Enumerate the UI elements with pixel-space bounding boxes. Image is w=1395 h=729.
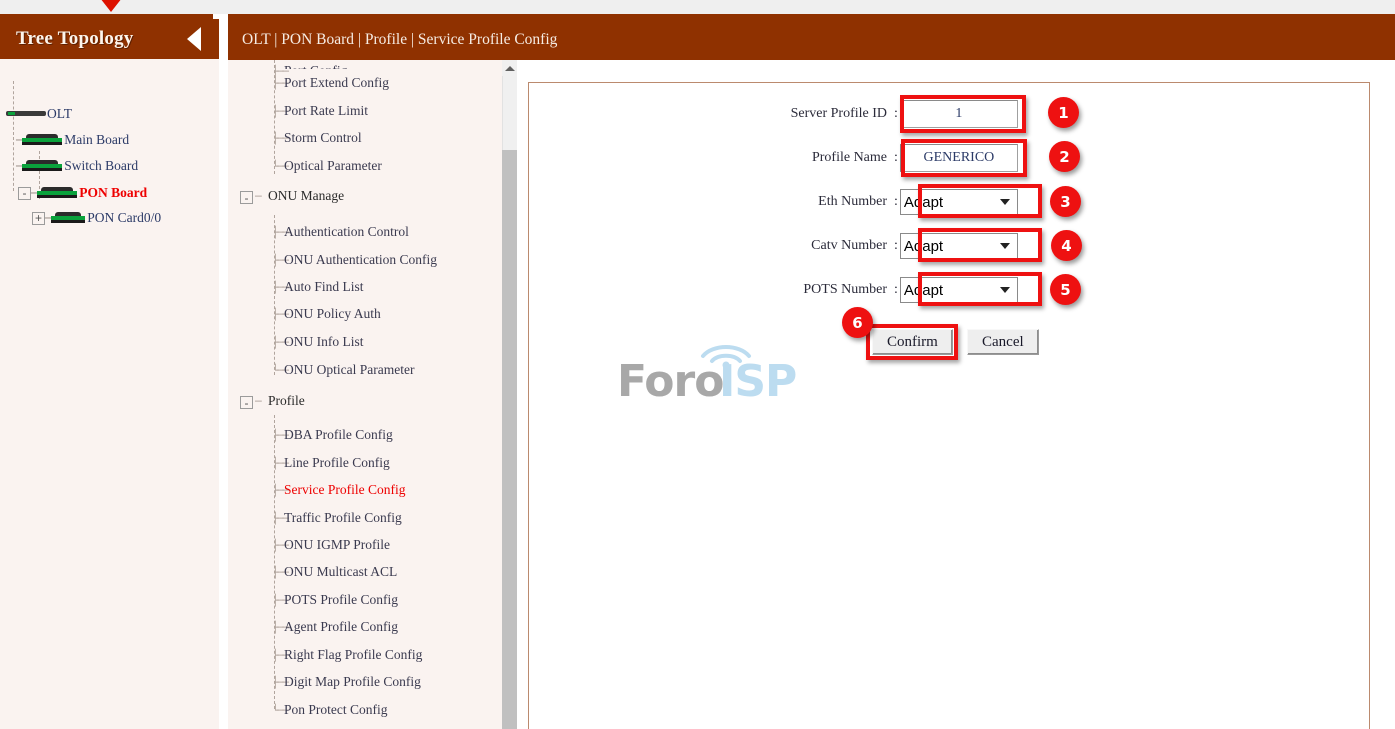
field-label: POTS Number — [803, 282, 887, 297]
step-badge-6: 6 — [842, 307, 873, 338]
nav-item-line-profile-config[interactable]: Line Profile Config — [284, 455, 390, 471]
nav-scrollbar-thumb[interactable] — [502, 150, 517, 729]
board-device-icon — [22, 134, 63, 146]
step-badge-4: 4 — [1051, 230, 1082, 261]
highlight-box-5 — [918, 272, 1042, 306]
board-device-icon — [22, 160, 63, 172]
cancel-button[interactable]: Cancel — [967, 329, 1039, 355]
nav-item-optical-parameter[interactable]: Optical Parameter — [284, 158, 382, 174]
nav-item-pon-protect-config[interactable]: Pon Protect Config — [284, 702, 388, 718]
highlight-box-3 — [918, 184, 1042, 218]
tree-node-label: Switch Board — [64, 158, 139, 173]
tree-topology-body: OLT ─ Main Board ─ Switch Board - ─ PON … — [0, 59, 219, 729]
column-separator — [517, 60, 528, 729]
nav-item-onu-manage[interactable]: ONU Manage — [268, 188, 344, 204]
tree-expander-collapse-icon[interactable]: - — [18, 186, 31, 200]
nav-item-profile[interactable]: Profile — [268, 393, 305, 409]
highlight-box-1 — [900, 95, 1026, 133]
field-label: Eth Number — [818, 194, 887, 209]
tree-expander-expand-icon[interactable]: + — [32, 211, 45, 225]
tree-node-main-board[interactable]: ─ Main Board — [16, 130, 129, 150]
chevron-left-icon[interactable] — [187, 27, 201, 51]
nav-expander-profile[interactable]: - — [240, 396, 253, 409]
tree-node-label: PON Card0/0 — [87, 210, 162, 225]
browser-top-strip — [0, 0, 1395, 14]
highlight-box-6 — [866, 324, 958, 360]
nav-item-auto-find-list[interactable]: Auto Find List — [284, 279, 364, 295]
nav-item-onu-optical-parameter[interactable]: ONU Optical Parameter — [284, 362, 414, 378]
nav-item-port-rate-limit[interactable]: Port Rate Limit — [284, 103, 368, 119]
field-colon: : — [894, 150, 898, 165]
cursor-arrow-icon — [100, 0, 122, 12]
nav-item-storm-control[interactable]: Storm Control — [284, 130, 362, 146]
tree-node-label: Main Board — [64, 132, 130, 147]
app-window: Tree Topology OLT ─ Main Board ─ Switch … — [0, 0, 1395, 729]
field-colon: : — [894, 194, 898, 209]
nav-item-right-flag-profile-config[interactable]: Right Flag Profile Config — [284, 647, 422, 663]
nav-item-onu-policy-auth[interactable]: ONU Policy Auth — [284, 306, 381, 322]
nav-item-onu-authentication-config[interactable]: ONU Authentication Config — [284, 252, 437, 268]
caret-up-icon[interactable] — [502, 60, 517, 76]
olt-device-icon — [6, 109, 46, 119]
highlight-box-4 — [918, 228, 1042, 262]
profile-form: Server Profile ID : 1 Profile Name : 2 E… — [529, 83, 1371, 403]
nav-item-onu-igmp-profile[interactable]: ONU IGMP Profile — [284, 537, 390, 553]
tree-node-pon-board[interactable]: - ─ PON Board — [18, 183, 147, 203]
tree-topology-header: Tree Topology — [0, 19, 219, 59]
tree-topology-panel: Tree Topology OLT ─ Main Board ─ Switch … — [0, 19, 219, 729]
step-badge-1: 1 — [1048, 97, 1079, 128]
nav-connector-rail — [274, 215, 275, 375]
tree-node-label: OLT — [47, 106, 73, 121]
nav-item-pots-profile-config[interactable]: POTS Profile Config — [284, 592, 398, 608]
nav-item-agent-profile-config[interactable]: Agent Profile Config — [284, 619, 398, 635]
nav-menu: ├──Port Config├──Port Extend Config├──Po… — [228, 60, 502, 729]
breadcrumb-text: OLT | PON Board | Profile | Service Prof… — [242, 30, 558, 48]
field-colon: : — [894, 282, 898, 297]
tree-node-switch-board[interactable]: ─ Switch Board — [16, 156, 138, 176]
step-badge-5: 5 — [1050, 274, 1081, 305]
step-badge-2: 2 — [1049, 141, 1080, 172]
field-label: Profile Name — [811, 150, 887, 165]
nav-connector: ─ — [255, 190, 262, 203]
nav-item-dba-profile-config[interactable]: DBA Profile Config — [284, 427, 393, 443]
tree-connector — [13, 81, 14, 191]
nav-item-digit-map-profile-config[interactable]: Digit Map Profile Config — [284, 674, 421, 690]
service-profile-config-panel: Foro ISP Server Profile ID : 1 Profile N… — [528, 82, 1370, 729]
nav-item-traffic-profile-config[interactable]: Traffic Profile Config — [284, 510, 402, 526]
nav-item-onu-multicast-acl[interactable]: ONU Multicast ACL — [284, 564, 397, 580]
nav-item-service-profile-config[interactable]: Service Profile Config — [284, 482, 405, 498]
highlight-box-2 — [901, 139, 1027, 177]
tree-node-olt[interactable]: OLT — [6, 104, 72, 124]
tree-topology-title: Tree Topology — [16, 28, 134, 49]
nav-expander-onu-manage[interactable]: - — [240, 191, 253, 204]
field-label: Catv Number — [811, 238, 887, 253]
field-colon: : — [894, 238, 898, 253]
nav-item-port-extend-config[interactable]: Port Extend Config — [284, 75, 389, 91]
step-badge-3: 3 — [1050, 186, 1081, 217]
nav-item-authentication-control[interactable]: Authentication Control — [284, 224, 409, 240]
breadcrumb: OLT | PON Board | Profile | Service Prof… — [228, 19, 1395, 60]
nav-connector: ─ — [255, 395, 262, 408]
board-device-icon — [51, 212, 86, 224]
tree-node-label: PON Board — [79, 185, 148, 200]
nav-item-port-config[interactable]: Port Config — [284, 63, 347, 69]
field-colon: : — [894, 106, 898, 121]
tree-node-pon-card[interactable]: + ─ PON Card0/0 — [32, 208, 161, 228]
nav-item-onu-info-list[interactable]: ONU Info List — [284, 334, 364, 350]
field-label: Server Profile ID — [790, 106, 887, 121]
board-device-icon — [37, 187, 78, 199]
